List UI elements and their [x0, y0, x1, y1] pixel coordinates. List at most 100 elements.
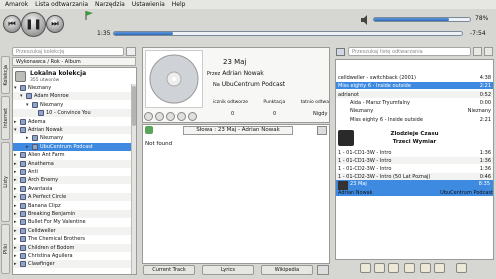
rating-star-4[interactable]: [177, 112, 186, 121]
collection-menu-icon[interactable]: [126, 47, 136, 56]
collection-row[interactable]: ▸ Alien Ant Farm: [13, 151, 133, 159]
playlist-search-input[interactable]: Przeszukaj listę odtwarzania: [348, 47, 471, 56]
collection-scrollbar[interactable]: [131, 84, 136, 274]
menu-help[interactable]: Help: [172, 1, 186, 8]
collection-row[interactable]: ▸ Adema: [13, 118, 133, 126]
tab-internet[interactable]: Internet: [1, 96, 10, 140]
album-track-row[interactable]: 1 - 01-CD1-3W - Intro 1:36: [336, 157, 493, 164]
collection-search-input[interactable]: Przeszukaj kolekcję: [12, 47, 124, 56]
hard-drive-icon: [15, 71, 26, 82]
album-track-row[interactable]: 1 - 01-CD2-3W - Intro 1:36: [336, 165, 493, 172]
artist-icon: [20, 169, 26, 175]
rating-star-3[interactable]: [166, 112, 175, 121]
tools-icon[interactable]: [456, 263, 467, 273]
collection-row[interactable]: ▸ Banana Clipz: [13, 202, 133, 210]
next-button[interactable]: ⏭: [46, 15, 64, 33]
collection-row[interactable]: ▸ UbuCentrum Podcast: [13, 142, 133, 151]
menu-playlist[interactable]: Lista odtwarzania: [35, 1, 88, 8]
playlist-next-icon[interactable]: [484, 47, 493, 56]
tab-playlists[interactable]: Listy: [1, 142, 10, 222]
playlist-row-length: 0:52: [479, 91, 491, 98]
tab-current-track[interactable]: Current Track: [143, 265, 195, 275]
repeat-icon[interactable]: [388, 263, 399, 273]
rating-star-1[interactable]: [144, 112, 153, 121]
collection-row-label: Anti: [28, 169, 38, 175]
collection-row[interactable]: ▾ Nieznany: [13, 101, 133, 109]
menu-settings[interactable]: Ustawienia: [132, 1, 165, 8]
undo-icon[interactable]: [404, 263, 415, 273]
collection-row-label: A Perfect Circle: [28, 194, 67, 201]
playlist-row-title: celldweller - switchback (2001): [338, 74, 416, 81]
collection-row[interactable]: ▸ Children of Bodom: [13, 243, 133, 252]
score-header: Punktacja: [263, 100, 286, 105]
speaker-icon[interactable]: [360, 15, 370, 25]
volume-value: 78%: [475, 15, 489, 22]
collection-row-label: Bullet For My Valentine: [28, 219, 86, 226]
collection-row[interactable]: ▸ Breaking Benjamin: [13, 210, 133, 218]
current-artist: Adrian Nowak: [338, 190, 373, 196]
lyrics-settings-icon[interactable]: [317, 126, 327, 135]
lastplayed-value: Nigdy: [313, 111, 328, 117]
playlist-row[interactable]: Miss eighty 6 - Inside outside 2:21: [336, 116, 493, 123]
collection-scrollbar-thumb[interactable]: [132, 86, 136, 126]
playlist-row[interactable]: Aida - Marsz Tryumfalny 0:00: [336, 99, 493, 106]
menu-tools[interactable]: Narzędzia: [95, 1, 125, 8]
album-prefix: Na: [213, 82, 220, 88]
playlist-row[interactable]: celldweller - switchback (2001) 4:38: [336, 74, 493, 81]
collection-row[interactable]: ▾ Nieznany: [13, 84, 133, 92]
track-artist[interactable]: Adrian Nowak: [222, 70, 264, 77]
collection-row[interactable]: ▸ Christina Aguilera: [13, 252, 133, 260]
collection-row[interactable]: ▸ Anathema: [13, 159, 133, 168]
album-track-length: 1:36: [479, 165, 491, 172]
collection-row[interactable]: ▸ Avantasia: [13, 185, 133, 193]
collection-row[interactable]: ▸ Anti: [13, 168, 133, 176]
collection-row[interactable]: ▸ Clawfinger: [13, 260, 133, 269]
clear-playlist-icon[interactable]: [360, 263, 371, 273]
tab-lyrics[interactable]: Lyrics: [202, 265, 254, 275]
track-progress-slider[interactable]: [113, 31, 463, 36]
album-track-title: 1 - 01-CD2-3W - Intro (50 Lat Poznaj): [338, 173, 431, 180]
album-track-title: 1 - 01-CD2-3W - Intro: [338, 165, 392, 172]
album-track-row[interactable]: 1 - 01-CD1-3W - Intro 1:36: [336, 149, 493, 156]
playlist-prev-icon[interactable]: [473, 47, 482, 56]
collection-row[interactable]: ▸ Nieznany: [13, 134, 133, 142]
menu-amarok[interactable]: Amarok: [5, 1, 28, 8]
save-icon[interactable]: [420, 263, 431, 273]
lyrics-icon: [145, 126, 153, 134]
collection-row[interactable]: ▸ A Perfect Circle: [13, 193, 133, 202]
playlist-row[interactable]: Miss eighty 6 - Inside outside 2:21: [336, 82, 493, 89]
collection-filter-select[interactable]: Wykonawca / Rok - Album: [12, 57, 136, 66]
playcount-header: icznik odtworze: [213, 100, 249, 105]
tab-collection[interactable]: Kolekcja: [1, 56, 10, 94]
playlist-row[interactable]: Nieznany Nieznany: [336, 107, 493, 114]
playlist-row[interactable]: adrianot 0:52: [336, 91, 493, 98]
wrench-icon[interactable]: [317, 265, 329, 275]
previous-button[interactable]: ⏮: [3, 15, 21, 33]
rating-star-2[interactable]: [155, 112, 164, 121]
collection-row[interactable]: ▸ The Chemical Brothers: [13, 235, 133, 243]
playlist-row-length: 0:00: [479, 99, 491, 106]
playlist-row-title: Aida - Marsz Tryumfalny: [350, 99, 410, 106]
tab-wikipedia[interactable]: Wikipedia: [261, 265, 313, 275]
collection-row[interactable]: ▾ Adrian Nowak: [13, 126, 133, 134]
rating-star-5[interactable]: [188, 112, 197, 121]
playlist-row-length: 4:38: [479, 74, 491, 81]
collection-row[interactable]: ▸ Arch Enemy: [13, 176, 133, 185]
queue-icon[interactable]: [434, 263, 445, 273]
collection-row-label: Adrian Nowak: [28, 127, 63, 133]
collection-row[interactable]: ▾ Adam Monroe: [13, 92, 133, 101]
collection-row[interactable]: ▸ Bullet For My Valentine: [13, 218, 133, 226]
collection-row[interactable]: 10 - Convince You: [13, 109, 133, 118]
shuffle-icon[interactable]: [374, 263, 385, 273]
collection-row[interactable]: ▸ Celldweller: [13, 226, 133, 235]
track-album[interactable]: UbuCentrum Podcast: [222, 81, 285, 88]
stats-headers: icznik odtworze Punktacja tatnio odtwa: [213, 100, 329, 105]
pause-button[interactable]: ❚❚: [21, 12, 46, 37]
volume-slider[interactable]: [373, 17, 471, 22]
album-track-title: 1 - 01-CD1-3W - Intro: [338, 157, 392, 164]
current-meta: Adrian Nowak UbuCentrum Podcast: [338, 190, 493, 196]
flag-icon[interactable]: [85, 11, 93, 20]
tab-files[interactable]: Pliki: [1, 224, 10, 274]
album-track-row[interactable]: 1 - 01-CD2-3W - Intro (50 Lat Poznaj) 0:4…: [336, 173, 493, 180]
amarok-window: Amarok Lista odtwarzania Narzędzia Ustaw…: [0, 0, 496, 279]
